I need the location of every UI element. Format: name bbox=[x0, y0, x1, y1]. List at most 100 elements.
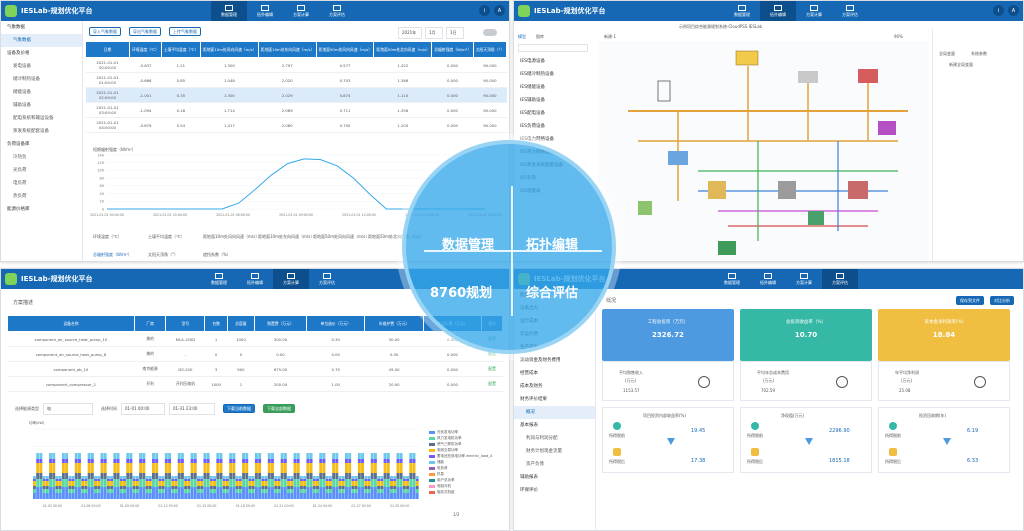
sidebar-item[interactable]: 储能设备 bbox=[1, 86, 82, 99]
sidebar-item[interactable]: 储冷制热设备 bbox=[1, 73, 82, 86]
nav-eval[interactable]: 方案评估 bbox=[832, 1, 868, 21]
nav-calc[interactable]: 方案计算 bbox=[786, 269, 822, 289]
sidebar-item[interactable]: 配电系统和输运设备 bbox=[1, 112, 82, 125]
day-select[interactable]: 1日 bbox=[446, 27, 464, 39]
table-row[interactable]: component_air_source_heat_pump_8 美的 -0 0 0.0… bbox=[7, 346, 503, 362]
sidebar-item[interactable]: 气象数据 bbox=[1, 34, 82, 47]
sidebar-item[interactable]: 气象数据 bbox=[1, 21, 82, 34]
tab-global-vars[interactable]: 全局变量 bbox=[939, 51, 955, 57]
info-icon[interactable]: i bbox=[479, 5, 490, 16]
tab-gallery[interactable]: 图库 bbox=[536, 34, 544, 40]
sidebar-item[interactable]: 电负荷 bbox=[1, 177, 82, 190]
table-row[interactable]: 2021-01-01 00:00:00 -0.637 1.21 1.300 2.797 0… bbox=[85, 57, 507, 73]
metric-tab[interactable]: 距地面10m处东向风速（m/s） bbox=[258, 234, 314, 240]
metric-tab[interactable]: 距地面50m处风向风速（m/s） bbox=[313, 234, 369, 240]
time-end-input[interactable]: 01-31 23:00 bbox=[169, 403, 215, 415]
report-menu-item[interactable]: 成本及财务 bbox=[514, 380, 595, 393]
report-menu-item[interactable]: 环保评价 bbox=[514, 484, 595, 497]
overlay-8760[interactable]: 8760规划 bbox=[430, 282, 492, 301]
overlay-evaluation[interactable]: 综合评估 bbox=[526, 282, 578, 301]
info-icon[interactable]: i bbox=[993, 5, 1004, 16]
toolbar-button-1[interactable]: 导出气象数据 bbox=[129, 27, 161, 36]
nav-calc[interactable]: 方案计算 bbox=[796, 1, 832, 21]
legend-pager[interactable]: 1/2 bbox=[453, 512, 459, 517]
library-category[interactable]: IES储冷制热设备 bbox=[514, 68, 596, 81]
nav-eval[interactable]: 方案评估 bbox=[822, 269, 858, 289]
report-menu-item[interactable]: 资产负债 bbox=[514, 458, 595, 471]
report-menu-item[interactable]: 辅助报表 bbox=[514, 471, 595, 484]
metric-tab[interactable]: 土壤平均温度（℃） bbox=[148, 234, 185, 240]
report-menu-item[interactable]: 经营成本 bbox=[514, 367, 595, 380]
bar-segment bbox=[238, 476, 242, 479]
nav-topology[interactable]: 拓扑编辑 bbox=[760, 1, 796, 21]
sidebar-item[interactable]: 能源价格库 bbox=[1, 203, 82, 216]
overlay-data-management[interactable]: 数据管理 bbox=[442, 234, 494, 253]
compare-button[interactable]: 对比分析 bbox=[990, 296, 1014, 305]
metric-tab[interactable]: 遮挡系数（%） bbox=[203, 252, 231, 258]
nav-data-management[interactable]: 数据管理 bbox=[201, 269, 237, 289]
library-category[interactable]: IES储能设备 bbox=[514, 81, 596, 94]
metric-tab[interactable]: 总辐射强度（W/m²） bbox=[93, 252, 132, 258]
sidebar-item[interactable]: 冷热负 bbox=[1, 151, 82, 164]
add-global-var-button[interactable]: 新建全局变量 bbox=[949, 62, 973, 68]
nav-eval[interactable]: 方案评估 bbox=[319, 1, 355, 21]
table-row[interactable]: component_compressor_2 开利 开利压缩机 1000 1 200.00… bbox=[7, 376, 503, 392]
library-category[interactable]: IES电源设备 bbox=[514, 55, 596, 68]
file-tab[interactable]: 新建-1 bbox=[604, 34, 616, 40]
table-row[interactable]: 2021-01-01 01:00:00 -0.666 0.85 1.048 2.020 0… bbox=[85, 72, 507, 88]
sidebar-item[interactable]: 设备及价格 bbox=[1, 47, 82, 60]
metric-tab[interactable]: 距地面10m处风向风速（m/s） bbox=[203, 234, 259, 240]
topology-canvas[interactable] bbox=[598, 41, 928, 261]
nav-topology[interactable]: 拓扑编辑 bbox=[237, 269, 273, 289]
toolbar-button-0[interactable]: 导入气象数据 bbox=[89, 27, 121, 36]
table-row[interactable]: 2021-01-01 02:00:00 -1.001 0.35 1.300 2.029 0… bbox=[85, 87, 507, 103]
nav-data-management[interactable]: 数据管理 bbox=[714, 269, 750, 289]
download-current-button[interactable]: 下载当前数据 bbox=[223, 404, 255, 413]
library-category[interactable]: IES配电设备 bbox=[514, 107, 596, 120]
month-select[interactable]: 1月 bbox=[425, 27, 443, 39]
table-row[interactable]: component_ab_10 南京能源 DS-200 3 900 675.00 0.75 4… bbox=[7, 361, 503, 377]
time-start-input[interactable]: 01-01 00:00 bbox=[121, 403, 165, 415]
report-menu-item[interactable]: 财务计划现金流量 bbox=[514, 445, 595, 458]
config-link[interactable]: 配置 bbox=[481, 361, 503, 377]
library-category[interactable]: IES负荷设备 bbox=[514, 120, 596, 133]
metric-tab[interactable]: 环境温度（℃） bbox=[93, 234, 122, 240]
year-select[interactable]: 2021年 bbox=[398, 27, 422, 39]
tab-system-params[interactable]: 系统参数 bbox=[971, 51, 987, 57]
report-menu-item[interactable]: 流动资金及财务费用 bbox=[514, 354, 595, 367]
energy-type-select[interactable]: 电 bbox=[43, 403, 93, 415]
table-row[interactable]: 2021-01-01 04:00:00 -0.879 0.54 1.417 2.080 0… bbox=[85, 117, 507, 133]
sidebar-item[interactable]: 负荷设备库 bbox=[1, 138, 82, 151]
avatar[interactable]: A bbox=[1008, 5, 1019, 16]
legend-item[interactable]: 吸收式机组 bbox=[429, 489, 509, 495]
sidebar-item[interactable]: 蒸发系统配套设备 bbox=[1, 125, 82, 138]
toolbar-button-2[interactable]: 上传气象数据 bbox=[169, 27, 201, 36]
report-menu-item[interactable]: 财务评价结果 bbox=[514, 393, 595, 406]
report-menu-item[interactable]: 基本报表 bbox=[514, 419, 595, 432]
nav-topology[interactable]: 拓扑编辑 bbox=[750, 269, 786, 289]
table-row[interactable]: component_air_source_heat_pump_10 美的 MLA-1… bbox=[7, 331, 503, 347]
save-file-button[interactable]: 保存到文件 bbox=[956, 296, 984, 305]
nav-topology[interactable]: 拓扑编辑 bbox=[247, 1, 283, 21]
nav-data-management[interactable]: 数据管理 bbox=[724, 1, 760, 21]
overlay-topology[interactable]: 拓扑编辑 bbox=[526, 234, 578, 253]
sidebar-item[interactable]: 光负荷 bbox=[1, 164, 82, 177]
download-all-button[interactable]: 下载全部数据 bbox=[263, 404, 295, 413]
report-menu-item[interactable]: 利润与利润分配 bbox=[514, 432, 595, 445]
metric-tab[interactable]: 太阳天顶角（°） bbox=[148, 252, 178, 258]
config-link[interactable]: 配置 bbox=[481, 376, 503, 392]
sidebar-item[interactable]: 热负荷 bbox=[1, 190, 82, 203]
toggle-switch[interactable] bbox=[483, 29, 497, 36]
sidebar-item[interactable]: 发电设备 bbox=[1, 60, 82, 73]
nav-calc[interactable]: 方案计算 bbox=[283, 1, 319, 21]
search-input[interactable] bbox=[518, 44, 588, 52]
nav-calc[interactable]: 方案计算 bbox=[273, 269, 309, 289]
nav-eval[interactable]: 方案评估 bbox=[309, 269, 345, 289]
table-row[interactable]: 2021-01-01 03:00:00 -1.094 0.18 1.714 2.069 0… bbox=[85, 102, 507, 118]
nav-data-management[interactable]: 数据管理 bbox=[211, 1, 247, 21]
sidebar-item[interactable]: 辅助设备 bbox=[1, 99, 82, 112]
library-category[interactable]: IES辅助设备 bbox=[514, 94, 596, 107]
avatar[interactable]: A bbox=[494, 5, 505, 16]
tab-model[interactable]: 模型 bbox=[518, 34, 526, 40]
report-menu-item[interactable]: 概况 bbox=[514, 406, 595, 419]
